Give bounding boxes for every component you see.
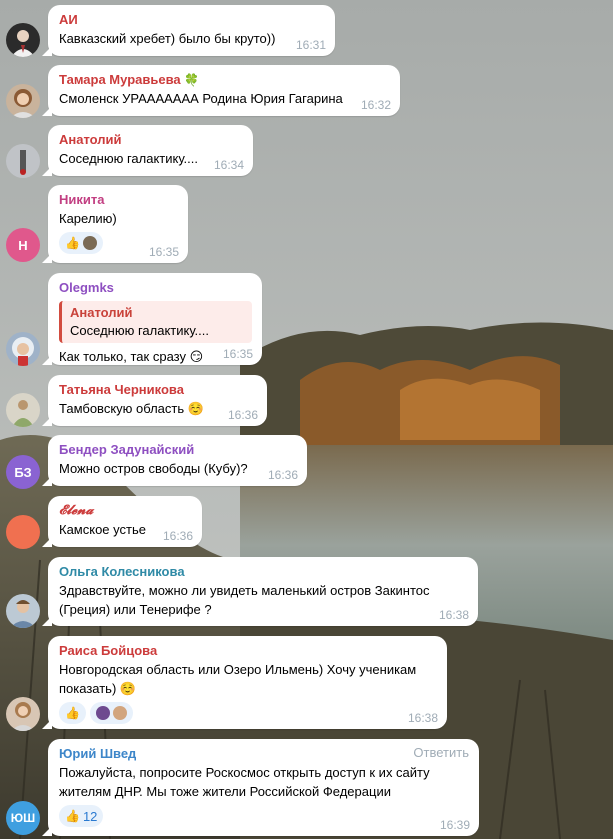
avatar[interactable]	[6, 144, 40, 178]
message-time: 16:39	[439, 818, 470, 832]
message-time: 16:32	[360, 98, 391, 112]
message-author[interactable]: Тамара Муравьева 🍀	[59, 71, 390, 89]
person-photo-icon	[12, 400, 34, 427]
message-time: 16:36	[267, 468, 298, 482]
person-photo-icon	[11, 702, 35, 731]
avatar-initials: Н	[18, 237, 28, 253]
message-author[interactable]: Юрий Швед	[59, 745, 469, 763]
message-time: 16:36	[227, 408, 258, 422]
message-time: 16:35	[222, 347, 253, 361]
message-author[interactable]: Татьяна Черникова	[59, 381, 257, 399]
message-author[interactable]: АИ	[59, 11, 325, 29]
thumbs-up-icon: 👍	[65, 809, 80, 823]
message-time: 16:36	[162, 529, 193, 543]
person-photo-icon	[10, 89, 36, 118]
reply-quote[interactable]: Анатолий Соседнюю галактику....	[59, 301, 252, 343]
person-photo-icon	[20, 150, 26, 175]
avatar-initials: БЗ	[14, 464, 32, 480]
message-time: 16:38	[407, 711, 438, 725]
message-author[interactable]: Бендер Задунайский	[59, 441, 297, 459]
message-text: Смоленск УРААААААА Родина Юрия Гагарина	[59, 91, 343, 106]
user-avatar-icon	[95, 706, 110, 720]
message-text: Кавказский хребет) было бы круто))	[59, 31, 276, 46]
reactions: 👍 12	[59, 805, 469, 827]
avatar[interactable]	[6, 84, 40, 118]
reaction-chip[interactable]	[89, 702, 133, 724]
clover-icon: 🍀	[184, 73, 200, 87]
message-text: Здравствуйте, можно ли увидеть маленький…	[59, 583, 430, 617]
person-photo-icon	[10, 600, 36, 628]
message-author[interactable]: Раиса Бойцова	[59, 642, 437, 660]
message-bubble[interactable]: Татьяна Черникова Тамбовскую область ☺️ …	[42, 375, 267, 426]
avatar[interactable]	[6, 697, 40, 731]
message-bubble[interactable]: Olegmks Анатолий Соседнюю галактику.... …	[42, 273, 262, 365]
message-author[interactable]: Анатолий	[59, 131, 243, 149]
avatar-initials: ЮШ	[10, 811, 36, 825]
message-bubble[interactable]: Бендер Задунайский Можно остров свободы …	[42, 435, 307, 486]
message-bubble[interactable]: 𝓔𝓵𝓮𝓷𝓪 Камское устье 16:36	[42, 496, 202, 547]
reaction-chip[interactable]: 👍	[59, 702, 86, 724]
message-bubble[interactable]: Тамара Муравьева 🍀 Смоленск УРААААААА Ро…	[42, 65, 400, 116]
reactions: 👍	[59, 702, 437, 724]
avatar[interactable]	[6, 23, 40, 57]
chat-messages: АИ Кавказский хребет) было бы круто)) 16…	[0, 0, 613, 839]
message-text: Пожалуйста, попросите Роскосмос открыть …	[59, 765, 430, 799]
reaction-count: 12	[82, 808, 98, 824]
reaction-chip[interactable]: 👍 12	[59, 805, 104, 827]
avatar[interactable]: ЮШ	[6, 801, 40, 835]
message-time: 16:35	[148, 245, 179, 259]
avatar[interactable]	[6, 594, 40, 628]
message-time: 16:31	[295, 38, 326, 52]
reply-button[interactable]: Ответить	[413, 745, 469, 760]
quote-text: Соседнюю галактику....	[70, 323, 209, 338]
message-bubble[interactable]: Ольга Колесникова Здравствуйте, можно ли…	[42, 557, 478, 626]
user-avatar-icon	[112, 706, 127, 720]
avatar[interactable]	[6, 393, 40, 427]
message-bubble[interactable]: Никита Карелию) 👍 16:35	[42, 185, 188, 263]
quote-author: Анатолий	[70, 305, 133, 320]
message-bubble[interactable]: Юрий Швед Ответить Пожалуйста, попросите…	[42, 739, 479, 836]
message-author[interactable]: Olegmks	[59, 279, 252, 297]
message-bubble[interactable]: Раиса Бойцова Новгородская область или О…	[42, 636, 447, 729]
message-time: 16:34	[213, 158, 244, 172]
avatar[interactable]: Н	[6, 228, 40, 262]
message-text: Карелию)	[59, 211, 117, 226]
user-avatar-icon	[82, 236, 97, 250]
message-author[interactable]: Никита	[59, 191, 178, 209]
message-author[interactable]: 𝓔𝓵𝓮𝓷𝓪	[59, 502, 192, 520]
message-text: Новгородская область или Озеро Ильмень) …	[59, 662, 417, 696]
avatar[interactable]	[6, 332, 40, 366]
message-time: 16:38	[438, 608, 469, 622]
avatar[interactable]	[6, 515, 40, 549]
message-text: Можно остров свободы (Кубу)?	[59, 461, 248, 476]
reaction-chip[interactable]: 👍	[59, 232, 103, 254]
thumbs-up-icon: 👍	[65, 236, 80, 250]
avatar[interactable]: БЗ	[6, 455, 40, 489]
author-name: Тамара Муравьева	[59, 72, 181, 87]
message-bubble[interactable]: АИ Кавказский хребет) было бы круто)) 16…	[42, 5, 335, 56]
message-author[interactable]: Ольга Колесникова	[59, 563, 468, 581]
thumbs-up-icon: 👍	[65, 706, 80, 720]
cosmonaut-photo-icon	[12, 337, 34, 366]
person-photo-icon	[11, 30, 35, 57]
message-bubble[interactable]: Анатолий Соседнюю галактику.... 16:34	[42, 125, 253, 176]
